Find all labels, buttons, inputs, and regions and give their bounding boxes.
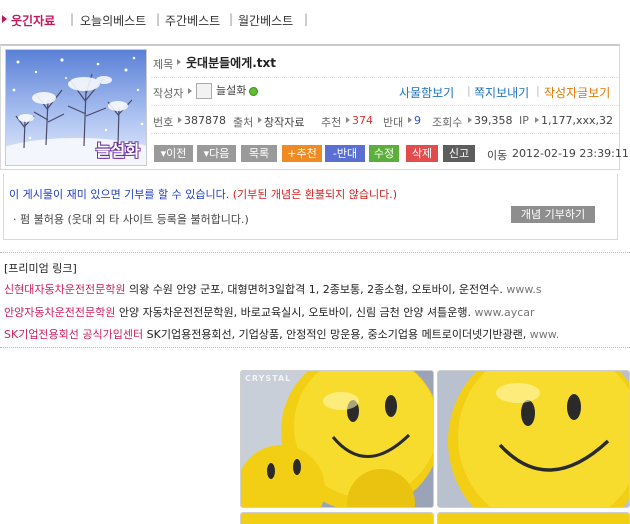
- thumbnail-caption: 늘설화: [95, 141, 140, 160]
- send-message-link[interactable]: 쪽지보내기: [474, 84, 529, 101]
- post-datetime: 2012-02-19 23:39:11: [512, 147, 629, 160]
- nav-item-funny[interactable]: 웃긴자료: [11, 12, 55, 29]
- smiley-image: [240, 512, 434, 524]
- online-status-icon: [249, 86, 259, 96]
- oppose-label: 반대: [383, 116, 404, 129]
- recommend-button[interactable]: +추천: [282, 145, 322, 162]
- author-name[interactable]: 늘설화: [196, 82, 259, 99]
- edit-button[interactable]: 수정: [369, 145, 399, 162]
- oppose-count: 9: [414, 114, 421, 127]
- watermark-text: CRYSTAL: [245, 374, 292, 383]
- recommend-count: 374: [352, 114, 373, 127]
- smiley-image: [437, 370, 630, 508]
- post-header: 늘설화 제목 웃대분들에게.txt 작성자 늘설화 사물함보기 | 쪽지보내기 …: [0, 44, 629, 170]
- donation-message: 이 게시물이 재미 있으면 기부를 할 수 있습니다. (기부된 개념은 환불되…: [9, 188, 398, 201]
- arrow-icon: [177, 59, 181, 65]
- divider: [0, 347, 630, 348]
- arrow-icon: [346, 117, 350, 123]
- post-title: 웃대분들에게.txt: [186, 56, 277, 70]
- move-label[interactable]: 이동: [487, 147, 507, 163]
- next-button[interactable]: ▾다음: [197, 145, 236, 162]
- oppose-button[interactable]: -반대: [325, 145, 365, 162]
- top-navigation: 웃긴자료 | 오늘의베스트 | 주간베스트 | 월간베스트 |: [0, 0, 630, 40]
- nav-item-monthly-best[interactable]: 월간베스트: [238, 12, 293, 29]
- nav-separator: |: [229, 12, 234, 26]
- meta-row: 번호 387878 출처 창작자료 추천 374 반대 9 조회수 39,358…: [151, 106, 619, 134]
- ad-item[interactable]: SK기업전용회선 공식가입센터 SK기업용전용회선, 기업상품, 안정적인 망운…: [4, 326, 559, 342]
- author-posts-link[interactable]: 작성자글보기: [544, 84, 610, 101]
- prev-button[interactable]: ▾이전: [154, 145, 193, 162]
- smiley-image: CRYSTAL: [240, 370, 434, 508]
- premium-links: [프리미엄 링크] 신현대자동차운전전문학원 의왕 수원 안양 군포, 대형면허…: [0, 252, 630, 348]
- arrow-icon: [178, 117, 182, 123]
- divider: [0, 252, 630, 253]
- ad-item[interactable]: 안양자동차운전전문학원 안양 자동차운전전문학원, 바로교육실시, 오토바이, …: [4, 304, 535, 320]
- active-arrow-icon: [2, 15, 7, 23]
- arrow-icon: [468, 117, 472, 123]
- donate-button[interactable]: 개념 기부하기: [511, 206, 595, 223]
- source-label: 출처: [233, 116, 254, 129]
- author-label: 작성자: [153, 87, 184, 100]
- views-count: 39,358: [474, 114, 513, 127]
- title-label: 제목: [153, 58, 174, 71]
- author-row: 작성자 늘설화 사물함보기 | 쪽지보내기 | 작성자글보기: [151, 78, 619, 106]
- arrow-icon: [188, 88, 192, 94]
- author-avatar: [196, 83, 212, 99]
- nav-item-weekly-best[interactable]: 주간베스트: [165, 12, 220, 29]
- link-separator: |: [467, 84, 471, 97]
- recommend-label: 추천: [321, 116, 342, 129]
- ip-label: IP: [519, 114, 529, 127]
- report-button[interactable]: 신고: [443, 145, 475, 162]
- number-label: 번호: [153, 116, 174, 129]
- ip-address: 1,177,xxx,32: [541, 114, 614, 127]
- post-number: 387878: [184, 114, 226, 127]
- smiley-image: [437, 512, 630, 524]
- premium-heading: [프리미엄 링크]: [4, 262, 77, 275]
- nav-separator: |: [156, 12, 161, 26]
- delete-button[interactable]: 삭제: [406, 145, 438, 162]
- author-thumbnail[interactable]: 늘설화: [5, 49, 147, 166]
- ad-item[interactable]: 신현대자동차운전전문학원 의왕 수원 안양 군포, 대형면허3일합격 1, 2종…: [4, 281, 542, 297]
- list-button[interactable]: 목록: [241, 145, 277, 162]
- nav-item-today-best[interactable]: 오늘의베스트: [80, 12, 146, 29]
- arrow-icon: [258, 117, 262, 123]
- views-label: 조회수: [432, 116, 463, 129]
- post-source: 창작자료: [264, 116, 305, 129]
- locker-link[interactable]: 사물함보기: [399, 84, 454, 101]
- title-row: 제목 웃대분들에게.txt: [151, 46, 619, 78]
- donation-box: 이 게시물이 재미 있으면 기부를 할 수 있습니다. (기부된 개념은 환불되…: [3, 174, 618, 240]
- copy-notice: · 펌 불허용 (웃대 외 타 사이트 등록을 불허합니다.): [13, 213, 249, 226]
- nav-separator: |: [304, 12, 309, 26]
- arrow-icon: [408, 117, 412, 123]
- nav-separator: |: [70, 12, 75, 26]
- arrow-icon: [535, 117, 539, 123]
- link-separator: |: [536, 84, 540, 97]
